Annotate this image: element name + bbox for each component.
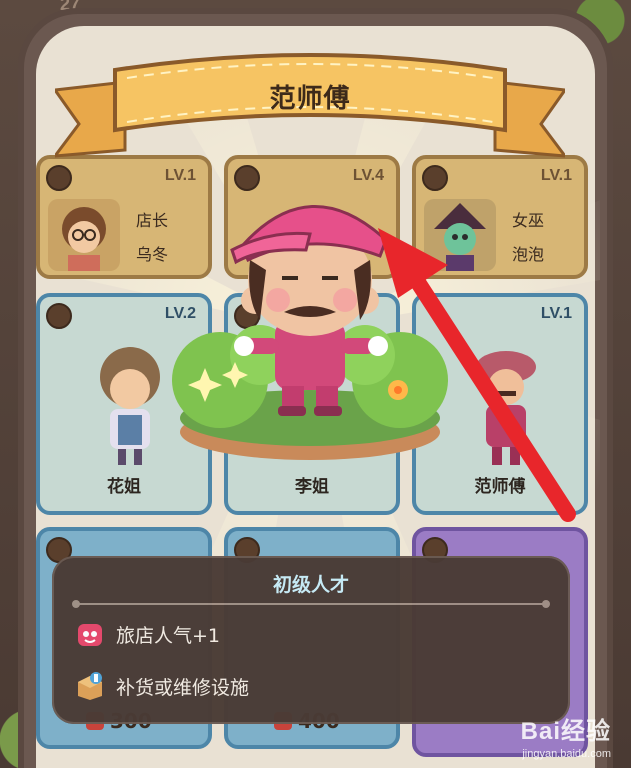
tooltip-title: 初级人才 xyxy=(272,574,349,596)
level-label: LV.1 xyxy=(540,305,572,322)
baidu-jingyan-watermark: Bai经验 jingyan.baidu.com xyxy=(521,711,611,760)
effect-row: 旅店人气+1 xyxy=(74,618,220,650)
repair-box-icon xyxy=(78,672,102,700)
tooltip-divider xyxy=(72,600,550,608)
character-title: 范师傅 xyxy=(269,84,351,114)
fanshifu-figure xyxy=(476,351,536,465)
staff-name: 泡泡 xyxy=(512,245,545,264)
staff-name: 花姐 xyxy=(107,477,141,497)
title-ribbon: 范师傅 xyxy=(51,20,569,160)
watermark-url: jingyan.baidu.com xyxy=(522,748,611,760)
donut-badge-icon xyxy=(46,303,72,329)
shopkeeper-portrait xyxy=(48,199,120,271)
staff-name: 李姐 xyxy=(295,477,329,497)
staff-role: 女巫 xyxy=(512,211,545,230)
effect-row: 补货或维修设施 xyxy=(74,670,249,702)
effect-text: 旅店人气+1 xyxy=(116,624,221,647)
popularity-icon xyxy=(78,624,102,646)
staff-name: 范师傅 xyxy=(474,477,526,497)
level-label: LV.1 xyxy=(540,167,572,184)
hero-character xyxy=(172,205,448,460)
donut-badge-icon xyxy=(46,165,72,191)
watermark-logo: Bai经验 xyxy=(520,718,611,745)
effect-text: 补货或维修设施 xyxy=(116,676,250,699)
talent-tooltip: 初级人才 旅店人气+1 补货或维修设施 xyxy=(52,556,570,724)
